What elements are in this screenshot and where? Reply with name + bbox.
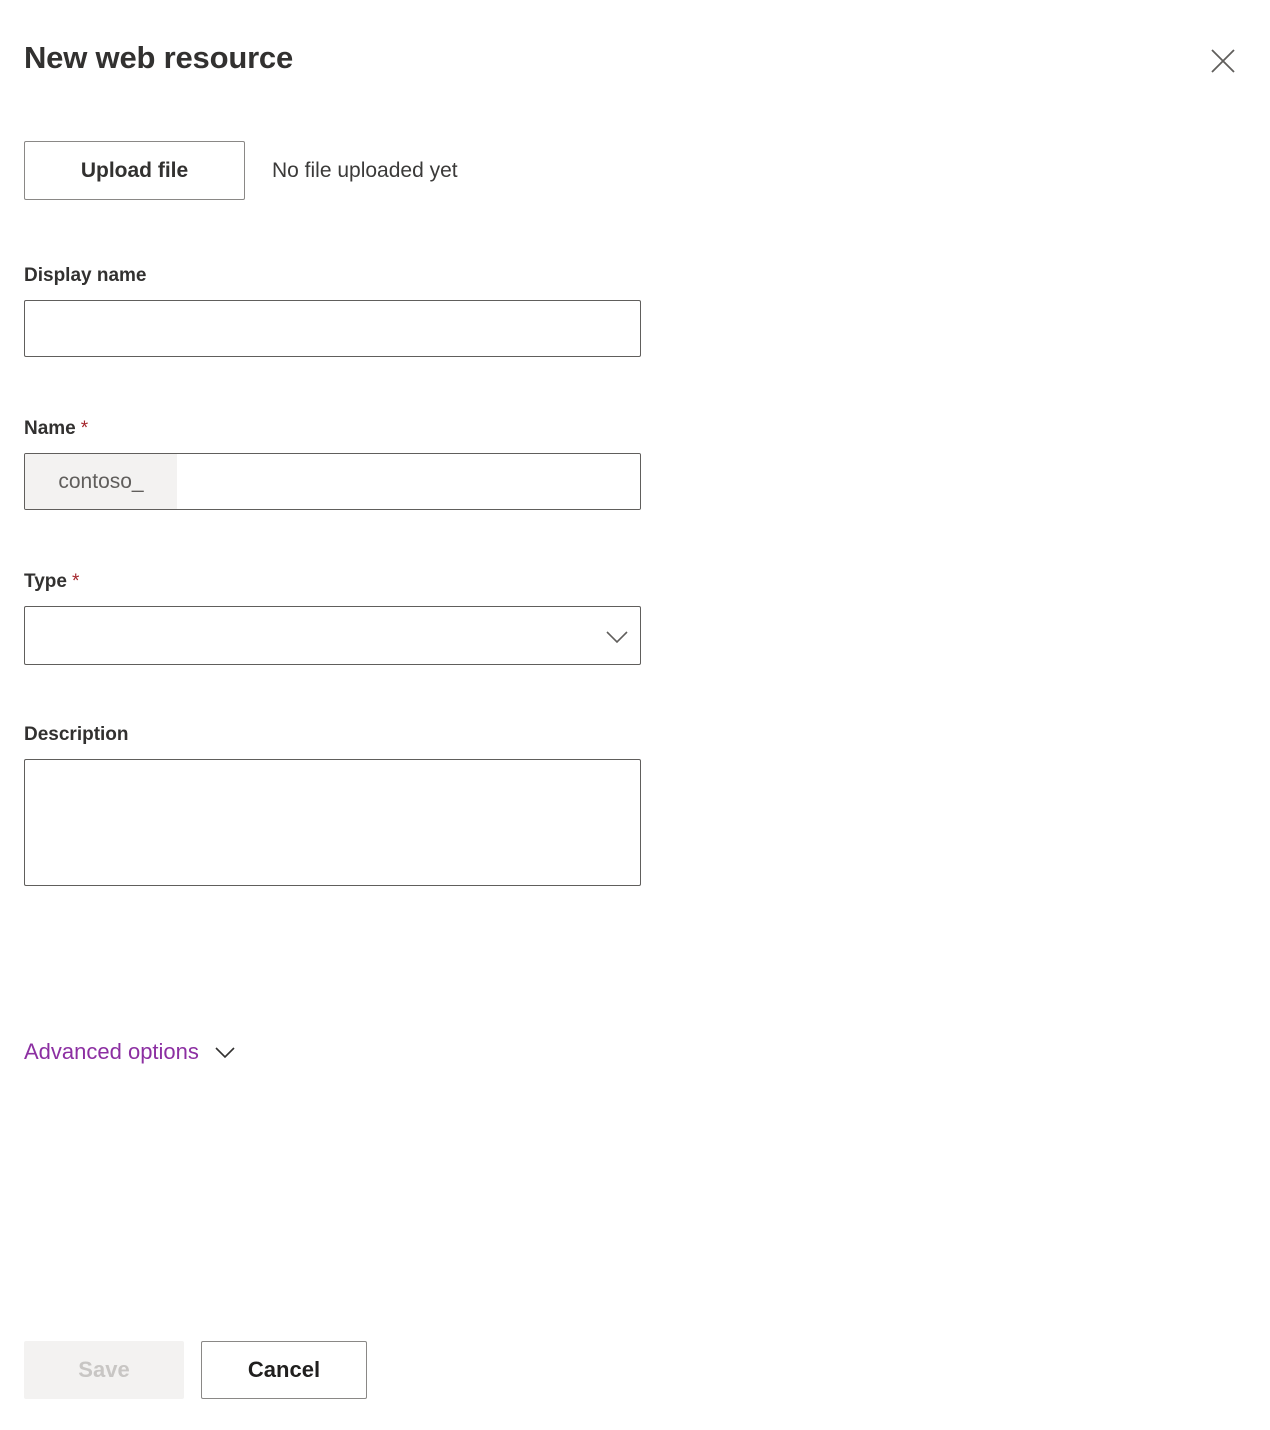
name-label-text: Name	[24, 418, 76, 439]
display-name-label: Display name	[24, 265, 147, 286]
field-display-name: Display name	[24, 263, 641, 357]
description-textarea[interactable]	[24, 759, 641, 886]
upload-row: Upload file No file uploaded yet	[24, 141, 458, 200]
chevron-down-icon	[594, 622, 640, 650]
panel-header: New web resource	[0, 0, 1270, 118]
close-button[interactable]	[1200, 38, 1246, 84]
panel-footer: Save Cancel	[0, 1310, 1270, 1430]
advanced-options-toggle[interactable]: Advanced options	[24, 1039, 237, 1065]
cancel-button[interactable]: Cancel	[201, 1341, 367, 1399]
upload-file-button[interactable]: Upload file	[24, 141, 245, 200]
page-title: New web resource	[24, 40, 294, 75]
name-required-asterisk: *	[80, 418, 89, 439]
type-label: Type *	[24, 569, 641, 595]
advanced-options-label: Advanced options	[24, 1039, 199, 1064]
name-input-group: contoso_	[24, 453, 641, 510]
type-required-asterisk: *	[71, 571, 80, 592]
display-name-input[interactable]	[24, 300, 641, 357]
close-icon	[1208, 46, 1238, 76]
panel-body: Upload file No file uploaded yet Display…	[0, 118, 1270, 1430]
name-label: Name *	[24, 416, 641, 442]
new-web-resource-panel: New web resource Upload file No file upl…	[0, 0, 1270, 1430]
save-button[interactable]: Save	[24, 1341, 184, 1399]
type-dropdown[interactable]	[24, 606, 641, 665]
field-name: Name * contoso_	[24, 416, 641, 510]
description-label: Description	[24, 724, 129, 745]
name-input[interactable]	[177, 454, 640, 509]
upload-status-text: No file uploaded yet	[272, 158, 458, 182]
field-description: Description	[24, 722, 641, 886]
field-type: Type *	[24, 569, 641, 665]
name-prefix: contoso_	[25, 454, 177, 509]
chevron-down-icon	[213, 1040, 237, 1064]
type-label-text: Type	[24, 571, 67, 592]
